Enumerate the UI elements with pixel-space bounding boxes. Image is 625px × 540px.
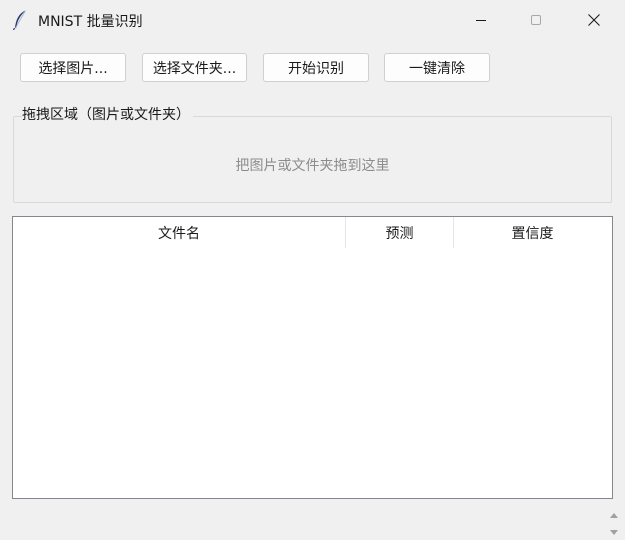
table-body[interactable] — [13, 248, 612, 498]
maximize-icon — [531, 15, 541, 25]
table-header: 文件名 预测 置信度 — [13, 217, 612, 248]
scroll-down-icon[interactable] — [607, 526, 621, 540]
app-window: MNIST 批量识别 选择图片... 选择文件夹... 开始识别 一键清除 拖拽… — [0, 0, 625, 540]
drop-zone-label: 拖拽区域（图片或文件夹） — [22, 106, 193, 124]
minimize-button[interactable] — [458, 0, 504, 40]
close-icon — [588, 14, 600, 26]
close-button[interactable] — [571, 0, 617, 40]
maximize-button[interactable] — [513, 0, 559, 40]
results-table[interactable]: 文件名 预测 置信度 — [12, 216, 613, 499]
title-bar[interactable]: MNIST 批量识别 — [0, 0, 625, 40]
column-header-confidence[interactable]: 置信度 — [454, 217, 611, 248]
start-recognition-button[interactable]: 开始识别 — [263, 53, 369, 82]
select-images-button[interactable]: 选择图片... — [20, 53, 126, 82]
select-folder-button[interactable]: 选择文件夹... — [142, 53, 247, 82]
drop-zone-hint: 把图片或文件夹拖到这里 — [235, 158, 390, 174]
status-bar — [14, 534, 164, 538]
feather-icon — [12, 10, 26, 31]
scroll-up-icon[interactable] — [607, 508, 621, 522]
window-title: MNIST 批量识别 — [38, 14, 143, 30]
clear-all-button[interactable]: 一键清除 — [384, 53, 490, 82]
column-header-filename[interactable]: 文件名 — [13, 217, 346, 248]
column-header-prediction[interactable]: 预测 — [346, 217, 454, 248]
minimize-icon — [476, 20, 486, 21]
